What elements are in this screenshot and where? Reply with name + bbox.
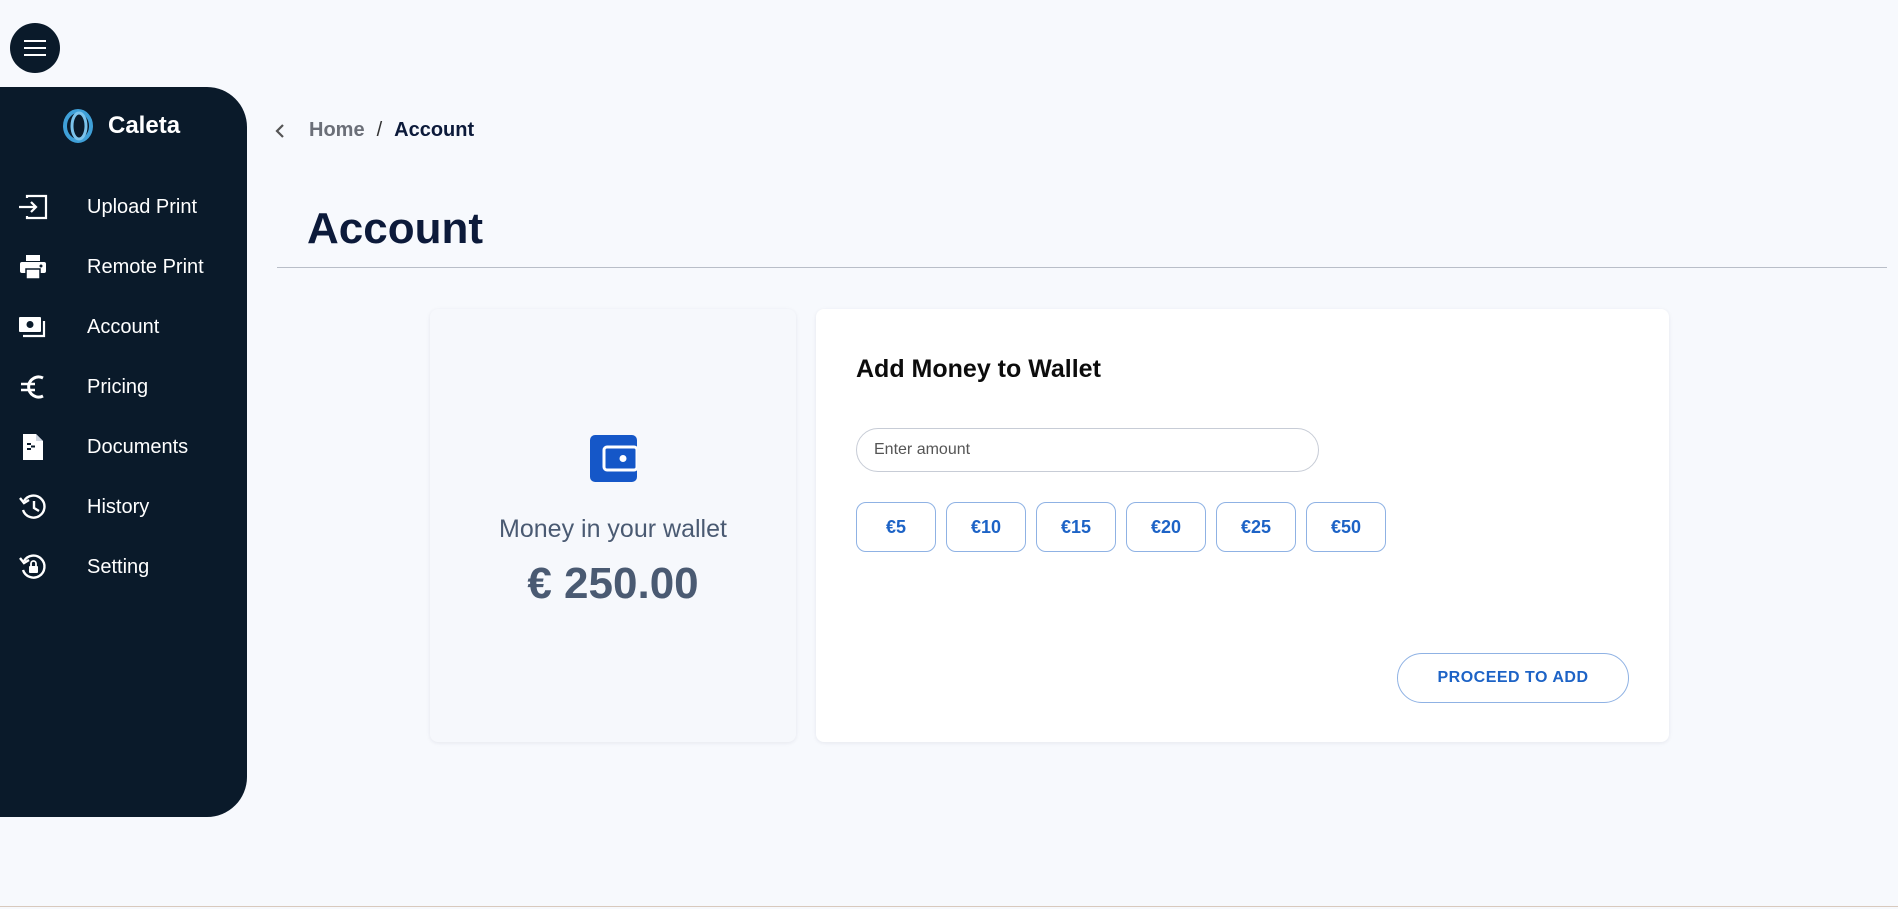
brand-name: Caleta xyxy=(108,112,181,139)
chevron-left-icon[interactable] xyxy=(275,123,291,139)
wallet-balance-card: Money in your wallet € 250.00 xyxy=(430,309,796,742)
title-divider xyxy=(277,267,1887,268)
wallet-balance-label: Money in your wallet xyxy=(499,515,727,543)
sidebar-item-account[interactable]: Account xyxy=(0,297,247,357)
sidebar-item-label: Pricing xyxy=(87,375,149,398)
preset-amount-button[interactable]: €10 xyxy=(946,502,1026,552)
sidebar-item-setting[interactable]: Setting xyxy=(0,537,247,597)
breadcrumb-current: Account xyxy=(394,119,475,141)
sidebar-item-label: Setting xyxy=(87,555,150,578)
sidebar-item-label: Upload Print xyxy=(87,195,198,218)
add-money-card: Add Money to Wallet €5 €10 €15 €20 €25 €… xyxy=(816,309,1669,742)
sidebar-item-label: Remote Print xyxy=(87,255,204,278)
sidebar-item-label: Account xyxy=(87,315,160,338)
caleta-logo xyxy=(63,109,93,143)
upload-print-icon xyxy=(18,192,48,222)
sidebar: Caleta Upload Print Remote Print Account… xyxy=(0,87,247,817)
sidebar-item-pricing[interactable]: Pricing xyxy=(0,357,247,417)
page-title: Account xyxy=(307,204,483,253)
proceed-to-add-button[interactable]: PROCEED TO ADD xyxy=(1397,653,1629,703)
preset-amount-button[interactable]: €15 xyxy=(1036,502,1116,552)
wallet-balance-amount: € 250.00 xyxy=(527,559,699,608)
history-icon xyxy=(18,492,48,522)
breadcrumb-home-link[interactable]: Home xyxy=(309,119,365,142)
breadcrumb: Home / Account xyxy=(275,119,474,142)
page-bottom-border xyxy=(0,906,1898,907)
sidebar-item-documents[interactable]: Documents xyxy=(0,417,247,477)
preset-amount-button[interactable]: €5 xyxy=(856,502,936,552)
sidebar-item-remote-print[interactable]: Remote Print xyxy=(0,237,247,297)
preset-amount-button[interactable]: €25 xyxy=(1216,502,1296,552)
breadcrumb-separator: / xyxy=(376,119,383,141)
brand[interactable]: Caleta xyxy=(62,109,180,143)
amount-input[interactable] xyxy=(856,428,1319,472)
add-money-title: Add Money to Wallet xyxy=(856,355,1101,383)
sidebar-item-label: Documents xyxy=(87,435,189,458)
document-icon xyxy=(18,432,48,462)
printer-icon xyxy=(18,252,48,282)
hamburger-icon xyxy=(24,40,46,56)
settings-icon xyxy=(18,552,48,582)
sidebar-item-history[interactable]: History xyxy=(0,477,247,537)
menu-toggle-button[interactable] xyxy=(10,23,60,73)
sidebar-item-upload-print[interactable]: Upload Print xyxy=(0,177,247,237)
preset-amount-button[interactable]: €50 xyxy=(1306,502,1386,552)
euro-icon xyxy=(18,372,48,402)
preset-amount-button[interactable]: €20 xyxy=(1126,502,1206,552)
wallet-icon xyxy=(590,435,639,487)
sidebar-item-label: History xyxy=(87,495,150,518)
sidebar-nav: Upload Print Remote Print Account Pricin… xyxy=(0,177,247,597)
preset-amounts: €5 €10 €15 €20 €25 €50 xyxy=(856,502,1386,552)
account-wallet-icon xyxy=(18,312,48,342)
